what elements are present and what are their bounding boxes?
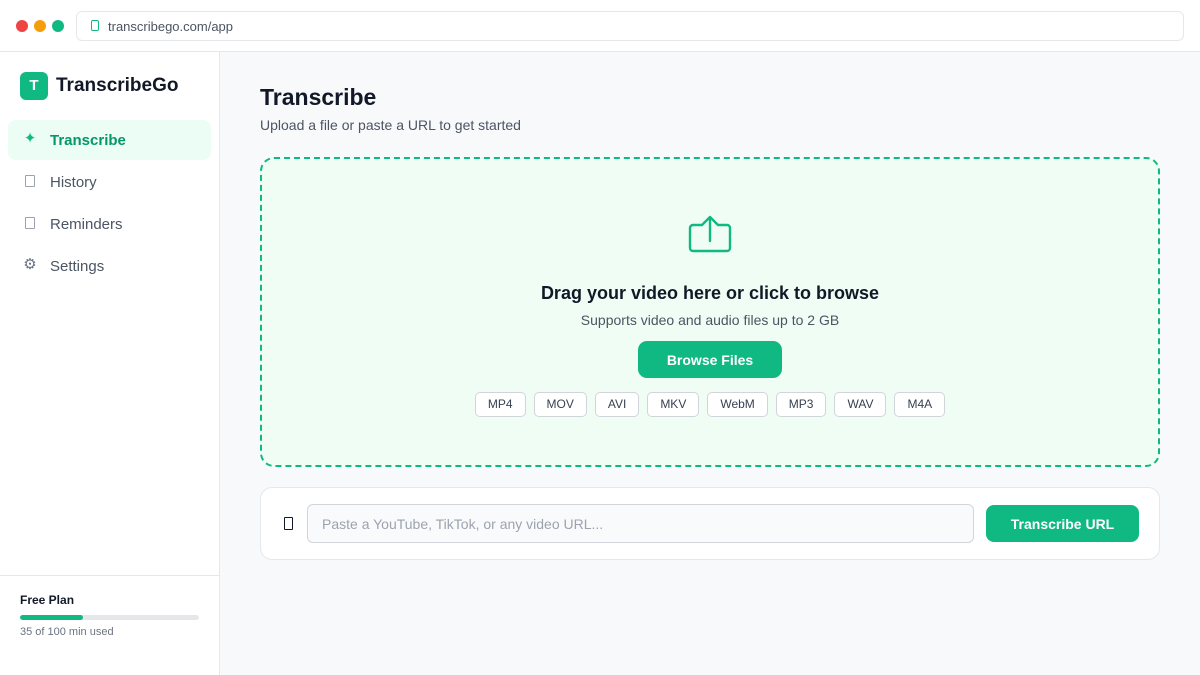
format-badge: MOV [533, 392, 587, 417]
plan-title: Free Plan [20, 593, 75, 607]
sidebar-item-settings[interactable]: ⚙ Settings [8, 246, 211, 286]
format-badge: M4A [894, 392, 946, 417]
format-badge: MP3 [775, 392, 827, 417]
plan-usage-text: 35 of 100 min used [20, 626, 114, 638]
sidebar: T TranscribeGo ✦ Transcribe History Remi… [0, 52, 220, 675]
dropzone-title: Drag your video here or click to browse [540, 283, 880, 303]
sidebar-item-label: History [50, 174, 97, 191]
address-url[interactable]: transcribego.com/app [108, 19, 233, 34]
sparkle-icon: ✦ [23, 130, 37, 147]
file-dropzone[interactable]: Drag your video here or click to browse … [260, 157, 1160, 467]
sidebar-item-label: Settings [50, 258, 105, 275]
browse-files-button[interactable]: Browse Files [638, 341, 782, 378]
plan-progress-fill [20, 615, 83, 620]
sidebar-item-history[interactable]: History [8, 162, 211, 202]
link-icon [284, 517, 293, 530]
sidebar-item-transcribe[interactable]: ✦ Transcribe [8, 120, 211, 160]
history-icon [22, 172, 38, 190]
dropzone-subtitle: Supports video and audio files up to 2 G… [580, 312, 840, 328]
format-badge: MP4 [474, 392, 526, 417]
video-url-input[interactable] [307, 504, 974, 543]
format-badge: WebM [707, 392, 768, 417]
supported-formats: MP4 MOV AVI MKV WebM MP3 WAV M4A [262, 392, 1158, 417]
format-badge: AVI [594, 392, 640, 417]
browser-chrome: transcribego.com/app [0, 0, 1200, 52]
window-close-button[interactable] [16, 20, 28, 32]
sidebar-item-label: Transcribe [50, 132, 126, 149]
brand-name: TranscribeGo [56, 75, 179, 96]
page-title: Transcribe [260, 84, 377, 110]
plan-progress-bar [20, 615, 199, 620]
window-maximize-button[interactable] [52, 20, 64, 32]
gear-icon: ⚙ [23, 256, 37, 273]
url-transcribe-panel: Transcribe URL [260, 487, 1160, 560]
window-minimize-button[interactable] [34, 20, 46, 32]
upload-icon [688, 215, 732, 253]
lock-icon [91, 20, 99, 31]
address-bar[interactable]: transcribego.com/app [76, 11, 1184, 41]
sidebar-item-label: Reminders [50, 216, 123, 233]
plan-usage-panel: Free Plan 35 of 100 min used [0, 575, 219, 675]
transcribe-url-button[interactable]: Transcribe URL [986, 505, 1139, 542]
format-badge: MKV [647, 392, 700, 417]
format-badge: WAV [834, 392, 887, 417]
reminders-icon [22, 214, 38, 232]
page-subtitle: Upload a file or paste a URL to get star… [260, 117, 521, 133]
sidebar-item-reminders[interactable]: Reminders [8, 204, 211, 244]
logo-icon: T [20, 72, 48, 100]
